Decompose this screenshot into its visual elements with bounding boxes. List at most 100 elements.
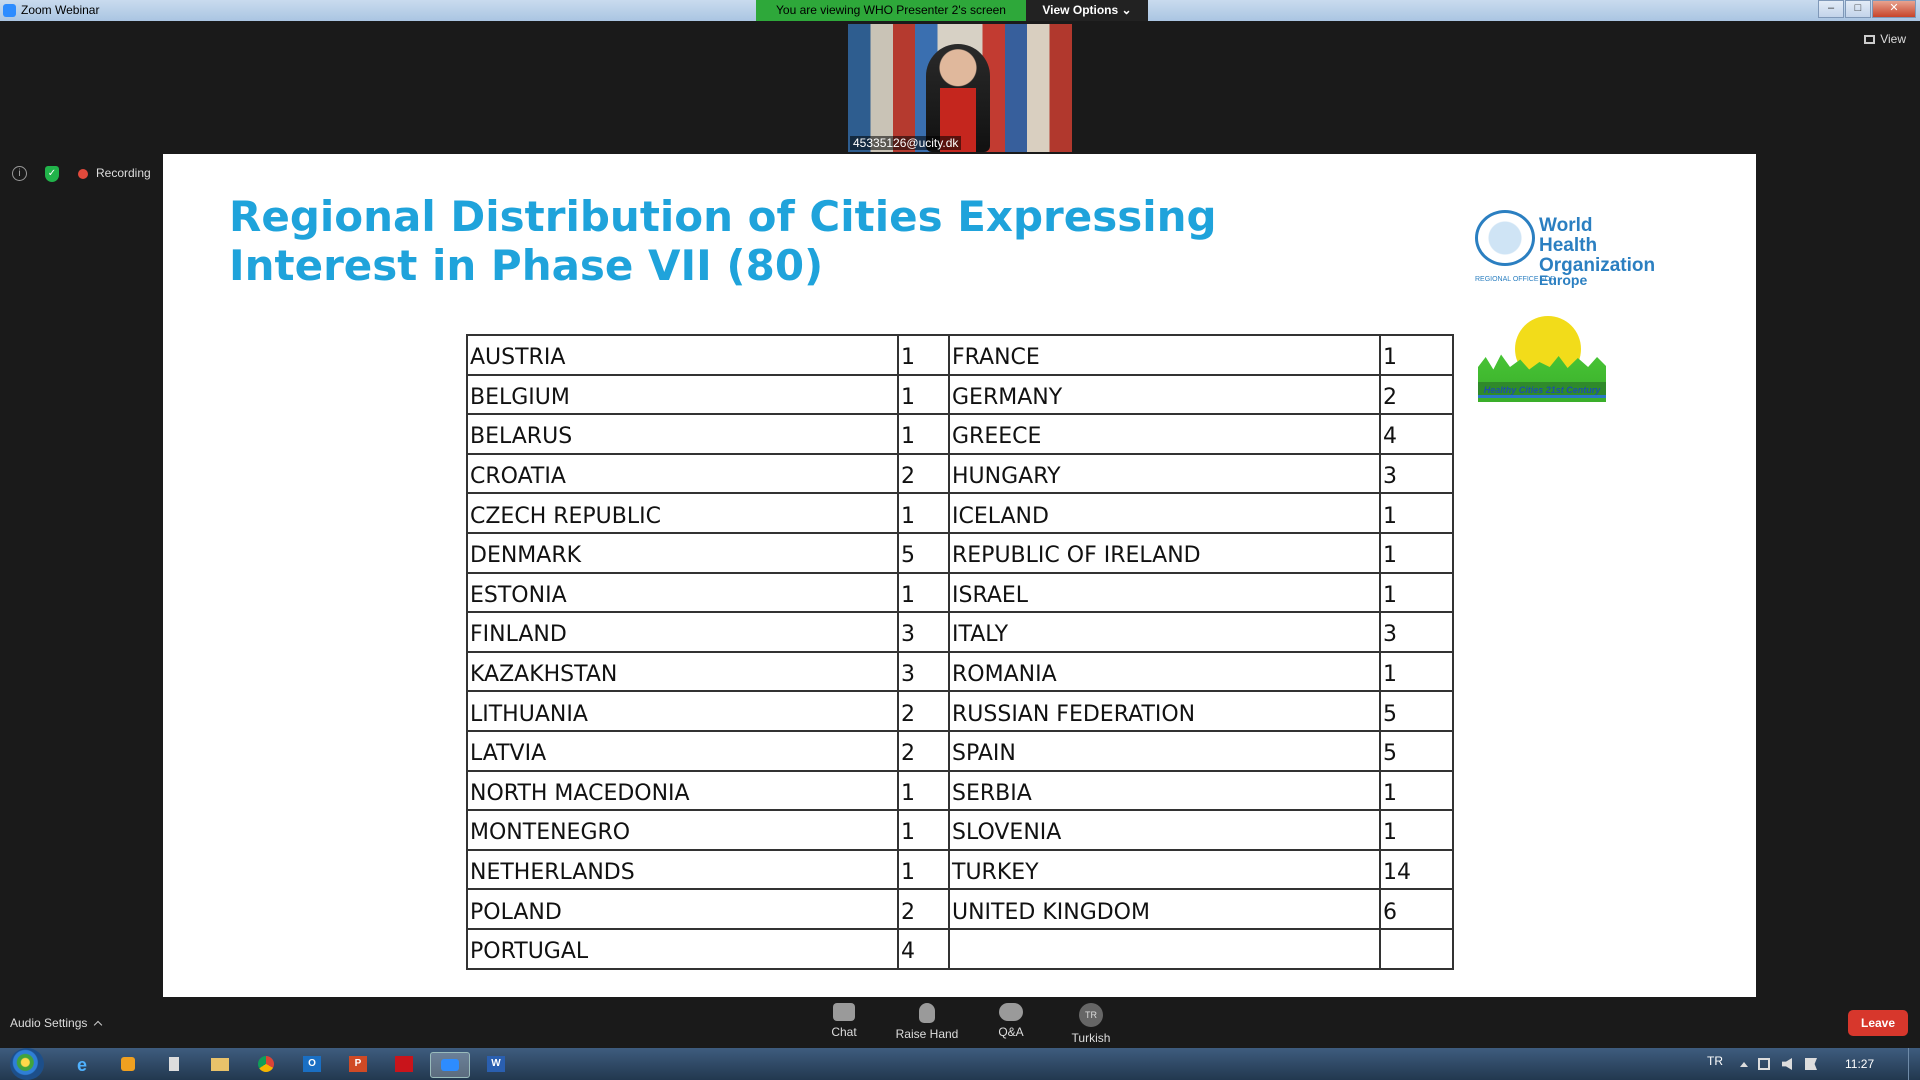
show-hidden-icons-icon[interactable] xyxy=(1740,1062,1748,1067)
outlook-icon[interactable]: O xyxy=(292,1052,332,1078)
show-desktop-button[interactable] xyxy=(1908,1048,1920,1080)
city-count-cell: 4 xyxy=(897,927,950,970)
country-name-cell: AUSTRIA xyxy=(466,334,899,376)
city-count-cell: 1 xyxy=(1379,571,1454,614)
slide-title-line-2: Interest in Phase VII (80) xyxy=(229,241,824,290)
country-name-cell: DENMARK xyxy=(466,531,899,574)
shared-slide: Regional Distribution of Cities Expressi… xyxy=(163,154,1756,997)
table-row: AUSTRIA 1 FRANCE 1 xyxy=(466,334,1454,376)
country-name-cell: UNITED KINGDOM xyxy=(948,888,1381,930)
table-row: BELARUS 1 GREECE 4 xyxy=(466,413,1454,455)
city-count-cell: 2 xyxy=(897,452,950,495)
system-tray: TR 11:27 xyxy=(1680,1048,1920,1080)
city-count-cell: 1 xyxy=(897,848,950,891)
table-row: BELGIUM 1 GERMANY 2 xyxy=(466,373,1454,416)
info-icon[interactable]: i xyxy=(12,166,27,181)
city-count-cell: 2 xyxy=(897,729,950,772)
country-name-cell: BELARUS xyxy=(466,413,899,455)
view-options-label: View Options xyxy=(1042,3,1119,17)
city-count-cell: 4 xyxy=(1379,413,1454,455)
country-name-cell: SLOVENIA xyxy=(948,809,1381,851)
table-row: POLAND 2 UNITED KINGDOM 6 xyxy=(466,888,1454,930)
minimize-button[interactable]: – xyxy=(1818,0,1844,18)
table-row: PORTUGAL 4 xyxy=(466,927,1454,970)
powerpoint-icon[interactable]: P xyxy=(338,1052,378,1078)
slide-title: Regional Distribution of Cities Expressi… xyxy=(229,192,1229,290)
word-icon[interactable]: W xyxy=(476,1052,516,1078)
country-name-cell: NETHERLANDS xyxy=(466,848,899,891)
city-count-cell: 1 xyxy=(1379,492,1454,534)
country-name-cell: GERMANY xyxy=(948,373,1381,416)
country-name-cell: ISRAEL xyxy=(948,571,1381,614)
chevron-up-icon xyxy=(94,1020,103,1030)
leave-button[interactable]: Leave xyxy=(1848,1010,1908,1036)
view-button[interactable]: View xyxy=(1864,32,1906,46)
maximize-button[interactable]: □ xyxy=(1845,0,1871,18)
encryption-shield-icon[interactable]: ✓ xyxy=(45,166,59,182)
language-globe-icon: TR xyxy=(1079,1003,1103,1027)
screen-share-banner: You are viewing WHO Presenter 2's screen xyxy=(756,0,1026,21)
city-count-cell: 2 xyxy=(897,888,950,930)
country-name-cell: LATVIA xyxy=(466,729,899,772)
media-player-icon[interactable] xyxy=(108,1052,148,1078)
table-row: LITHUANIA 2 RUSSIAN FEDERATION 5 xyxy=(466,690,1454,732)
raise-hand-button[interactable]: Raise Hand xyxy=(892,1003,962,1041)
chrome-icon[interactable] xyxy=(246,1052,286,1078)
country-name-cell: ROMANIA xyxy=(948,650,1381,693)
table-row: FINLAND 3 ITALY 3 xyxy=(466,611,1454,653)
healthy-cities-logo: Healthy Cities 21st Century xyxy=(1478,316,1608,402)
interpretation-button[interactable]: TR Turkish xyxy=(1056,1003,1126,1045)
taskbar-clock[interactable]: 11:27 xyxy=(1845,1057,1874,1071)
qa-label: Q&A xyxy=(998,1025,1024,1039)
who-name-line-1: World Health xyxy=(1539,215,1598,256)
country-name-cell: FRANCE xyxy=(948,334,1381,376)
windows-taskbar: e O P W TR 11:27 xyxy=(0,1048,1920,1080)
healthy-cities-caption: Healthy Cities 21st Century xyxy=(1478,382,1606,398)
country-name-cell: ITALY xyxy=(948,611,1381,653)
country-name-cell: RUSSIAN FEDERATION xyxy=(948,690,1381,732)
country-name-cell: NORTH MACEDONIA xyxy=(466,769,899,812)
city-count-cell: 1 xyxy=(897,571,950,614)
audio-settings-button[interactable]: Audio Settings xyxy=(10,1016,103,1030)
view-options-button[interactable]: View Options ⌄ xyxy=(1026,0,1148,21)
volume-icon[interactable] xyxy=(1782,1058,1792,1070)
file-explorer-icon[interactable] xyxy=(200,1052,240,1078)
country-name-cell: FINLAND xyxy=(466,611,899,653)
close-button[interactable]: ✕ xyxy=(1872,0,1916,18)
table-row: MONTENEGRO 1 SLOVENIA 1 xyxy=(466,809,1454,851)
input-language-indicator[interactable]: TR xyxy=(1707,1054,1723,1068)
chat-icon xyxy=(833,1003,855,1021)
city-count-cell: 3 xyxy=(1379,611,1454,653)
network-icon[interactable] xyxy=(1758,1058,1770,1070)
city-count-cell: 1 xyxy=(897,809,950,851)
city-count-cell: 6 xyxy=(1379,888,1454,930)
city-count-cell: 3 xyxy=(897,650,950,693)
table-row: DENMARK 5 REPUBLIC OF IRELAND 1 xyxy=(466,531,1454,574)
city-count-cell: 3 xyxy=(1379,452,1454,495)
table-row: NETHERLANDS 1 TURKEY 14 xyxy=(466,848,1454,891)
city-count-cell: 1 xyxy=(897,334,950,376)
zoom-taskbar-icon[interactable] xyxy=(430,1052,470,1078)
qa-button[interactable]: Q&A xyxy=(976,1003,1046,1039)
action-center-flag-icon[interactable] xyxy=(1805,1058,1817,1070)
recording-label: Recording xyxy=(96,166,151,180)
table-row: LATVIA 2 SPAIN 5 xyxy=(466,729,1454,772)
internet-explorer-icon[interactable]: e xyxy=(62,1052,102,1078)
city-count-cell: 5 xyxy=(1379,729,1454,772)
start-button[interactable] xyxy=(10,1048,44,1080)
chat-button[interactable]: Chat xyxy=(809,1003,879,1039)
country-name-cell: REPUBLIC OF IRELAND xyxy=(948,531,1381,574)
who-name: World Health Organization xyxy=(1539,216,1655,276)
speaker-video-thumbnail[interactable]: 45335126@ucity.dk xyxy=(848,24,1072,152)
zoom-app-icon xyxy=(3,4,16,17)
country-name-cell: KAZAKHSTAN xyxy=(466,650,899,693)
notes-icon[interactable] xyxy=(154,1052,194,1078)
city-count-cell xyxy=(1379,927,1454,970)
slide-title-line-1: Regional Distribution of Cities Expressi… xyxy=(229,192,1217,241)
city-count-cell: 1 xyxy=(1379,531,1454,574)
country-name-cell: HUNGARY xyxy=(948,452,1381,495)
city-count-cell: 1 xyxy=(1379,809,1454,851)
acrobat-icon[interactable] xyxy=(384,1052,424,1078)
gallery-view-icon xyxy=(1864,35,1876,44)
city-count-cell: 1 xyxy=(1379,769,1454,812)
